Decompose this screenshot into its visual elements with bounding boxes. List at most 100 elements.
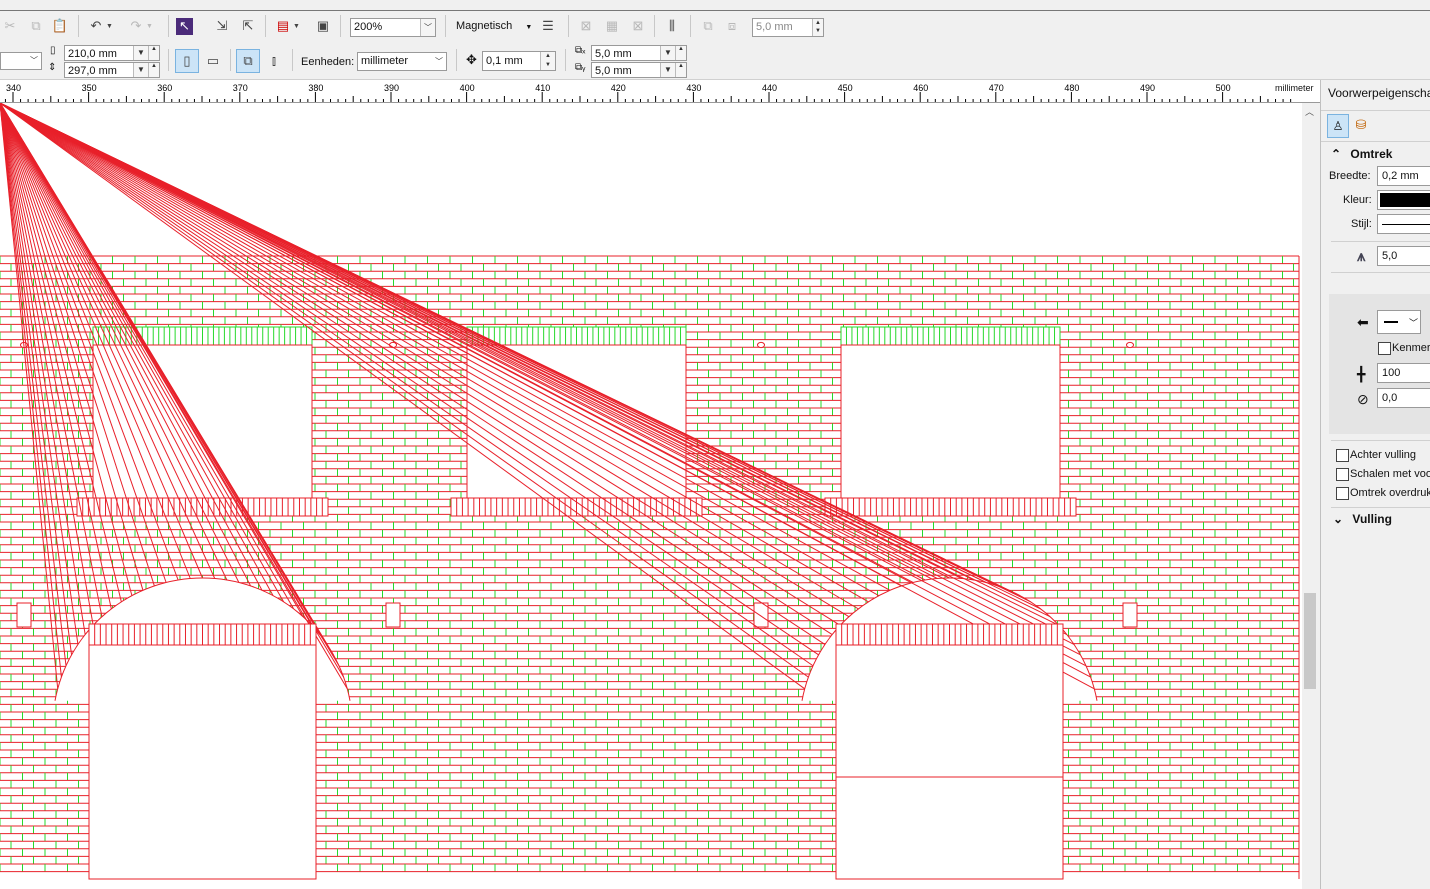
drawing-canvas[interactable]: [0, 103, 1302, 889]
units-select[interactable]: millimeter ﹀: [357, 52, 447, 71]
page-width-field[interactable]: 210,0 mm ▼ ▲: [64, 45, 160, 61]
snap-label: Magnetisch: [456, 20, 513, 32]
search-content-button[interactable]: ↖: [176, 14, 193, 38]
tool-disabled-1[interactable]: ⊠: [576, 14, 596, 38]
ruler-tick-label: 410: [535, 83, 550, 93]
dropdown-icon: ▼: [133, 63, 148, 77]
landscape-icon: ▭: [206, 53, 220, 68]
redo-button[interactable]: ↷ ▼: [126, 14, 153, 38]
spinner-icon: ▲: [148, 63, 159, 77]
all-pages-button[interactable]: ⧉: [236, 49, 260, 73]
copy-button[interactable]: ⧉: [26, 14, 46, 38]
nudge-distance-field[interactable]: 5,0 mm ▲ ▼: [752, 18, 824, 37]
dropdown-icon: ▼: [133, 46, 148, 60]
separator: [230, 49, 231, 71]
tool-disabled-3[interactable]: ⊠: [628, 14, 648, 38]
page-width-icon: ▯: [50, 45, 56, 56]
paste-icon: 📋: [51, 18, 69, 33]
separator: [456, 49, 457, 71]
publish-pdf-button[interactable]: ▤ ▼: [273, 14, 300, 38]
zoom-value: 200%: [354, 21, 383, 33]
ruler-tick-label: 440: [762, 83, 777, 93]
group-button[interactable]: ⧉: [698, 14, 718, 38]
scissors-icon: ✂: [4, 18, 16, 33]
alignment-guides-button[interactable]: ☰: [538, 14, 558, 38]
landscape-button[interactable]: ▭: [202, 49, 224, 73]
building-facade-drawing[interactable]: [0, 103, 1302, 889]
nudge-icon: ✥: [466, 52, 477, 67]
duplicate-x-value: 5,0 mm: [595, 48, 632, 60]
paste-button[interactable]: 📋: [50, 14, 70, 38]
bitmap-icon: ▦: [605, 18, 619, 33]
ruler-tick-label: 360: [157, 83, 172, 93]
ruler-tick-label: 500: [1216, 83, 1231, 93]
nudge-field[interactable]: 0,1 mm ▲ ▼: [482, 51, 556, 71]
publish-dropdown-icon: ▼: [293, 22, 300, 30]
copy-icon: ⧉: [31, 18, 41, 33]
ungroup-button[interactable]: ⧈: [722, 14, 742, 38]
duplicate-x-icon: ⧉ₓ: [575, 45, 586, 56]
ruler-tick-label: 460: [913, 83, 928, 93]
ruler-tick-label: 420: [611, 83, 626, 93]
ruler-ticks: 340 350 360 370 380 390 400 410 420 430 440 450 460 4…: [4, 83, 1292, 102]
chevron-down-icon: ﹀: [420, 19, 435, 36]
dropdown-icon: ▼: [660, 46, 675, 60]
current-page-icon: ⫾: [271, 53, 277, 68]
horizontal-ruler[interactable]: 340 350 360 370 380 390 400 410 420 430 440 450 460 4…: [0, 80, 1320, 103]
separator: [654, 15, 655, 37]
separator: [445, 15, 446, 37]
units-value: millimeter: [361, 55, 409, 67]
ruler-unit-label: millimeter: [1275, 83, 1314, 93]
crop-icon: ⊠: [580, 18, 592, 33]
ruler-tick-label: 390: [384, 83, 399, 93]
duplicate-y-field[interactable]: 5,0 mm ▼ ▲: [591, 62, 687, 78]
spinner-icon: ▲ ▼: [540, 52, 555, 70]
spinner-icon: ▲: [675, 46, 686, 60]
ruler-tick-label: 340: [6, 83, 21, 93]
pick-tool-icon: ↖: [176, 17, 193, 35]
ruler-tick-label: 450: [838, 83, 853, 93]
nudge-value: 0,1 mm: [486, 55, 523, 67]
tool-disabled-2[interactable]: ▦: [602, 14, 622, 38]
portrait-button[interactable]: ▯: [175, 49, 199, 73]
full-screen-button[interactable]: ▣: [313, 14, 333, 38]
dropdown-icon: ▼: [660, 63, 675, 77]
separator: [265, 15, 266, 37]
portrait-icon: ▯: [183, 53, 191, 68]
separator: [168, 15, 169, 37]
ruler-tick-label: 350: [82, 83, 97, 93]
spinner-icon: ▲: [148, 46, 159, 60]
ruler-tick-label: 480: [1064, 83, 1079, 93]
page-height-field[interactable]: 297,0 mm ▼ ▲: [64, 62, 160, 78]
snap-to-button[interactable]: Magnetisch ▼: [456, 20, 532, 32]
property-bar: ﹀ ▯ 210,0 mm ▼ ▲ ⇕ 297,0 mm ▼ ▲ ▯ ▭ ⧉ ⫾ …: [0, 41, 1430, 80]
cut-button[interactable]: ✂: [0, 14, 20, 38]
duplicate-y-icon: ⧉ᵧ: [575, 62, 586, 73]
page-height-icon: ⇕: [48, 62, 57, 73]
separator: [340, 15, 341, 37]
page-width-value: 210,0 mm: [68, 48, 117, 60]
duplicate-x-field[interactable]: 5,0 mm ▼ ▲: [591, 45, 687, 61]
separator: [292, 49, 293, 71]
guides-icon: ☰: [542, 18, 554, 33]
spinner-icon: ▲: [675, 63, 686, 77]
page-size-select[interactable]: ﹀: [0, 52, 42, 70]
group-icon: ⧉: [703, 18, 713, 33]
snap-dropdown-icon: ▼: [525, 24, 533, 31]
page-height-value: 297,0 mm: [68, 65, 117, 77]
undo-dropdown-icon: ▼: [106, 22, 113, 30]
separator: [168, 49, 169, 71]
pdf-icon: ▤: [276, 18, 290, 33]
nudge-distance-value: 5,0 mm: [756, 21, 793, 33]
zoom-select[interactable]: 200% ﹀: [350, 18, 436, 37]
ungroup-icon: ⧈: [727, 18, 737, 33]
full-screen-icon: ▣: [316, 18, 330, 33]
redo-dropdown-icon: ▼: [146, 22, 153, 30]
undo-button[interactable]: ↶ ▼: [86, 14, 113, 38]
duplicate-y-value: 5,0 mm: [595, 65, 632, 77]
export-button[interactable]: ⇱: [238, 14, 258, 38]
current-page-button[interactable]: ⫾: [263, 49, 285, 73]
import-button[interactable]: ⇲: [212, 14, 232, 38]
spinner-icon: ▲ ▼: [812, 19, 823, 36]
align-distribute-button[interactable]: ⫼: [662, 14, 682, 38]
